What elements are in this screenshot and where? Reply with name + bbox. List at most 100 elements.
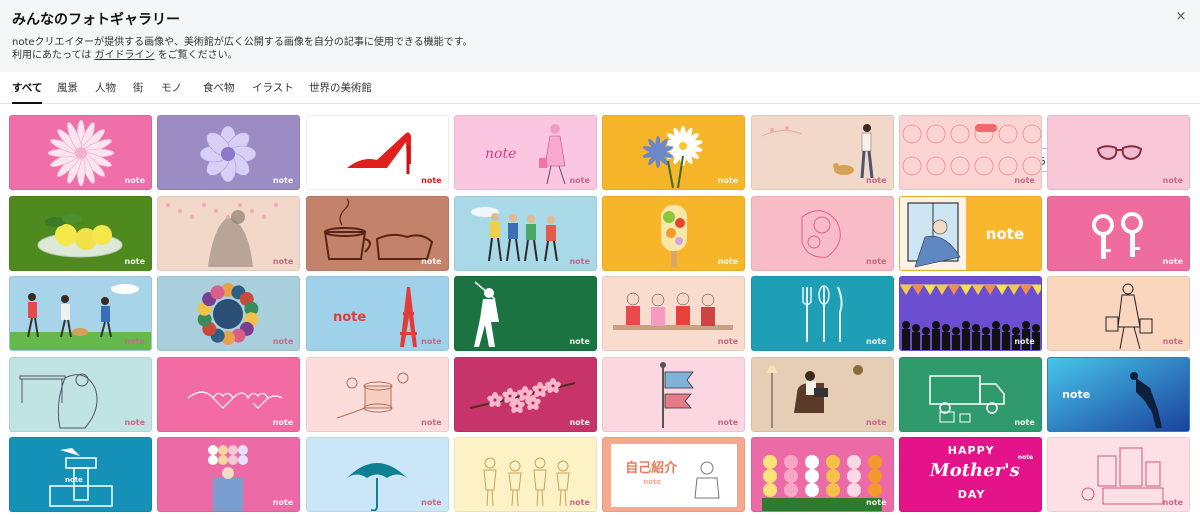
description-prefix: 利用にあたっては [12, 50, 92, 61]
close-button[interactable]: × [1172, 8, 1190, 26]
gallery-image-tokyo-tower[interactable]: note note [305, 276, 449, 352]
note-watermark: note [272, 176, 294, 185]
guideline-link[interactable]: ガイドライン [95, 50, 155, 61]
note-watermark: note [717, 417, 739, 427]
tab-illustration[interactable]: イラスト [252, 80, 294, 102]
gallery-image-sewing-flowers[interactable]: note [305, 356, 449, 432]
gallery-image-airport[interactable]: note [9, 437, 152, 513]
note-watermark: note [717, 176, 739, 185]
gallery-header: みんなのフォトギャラリー × noteクリエイターが提供する画像や、美術館が広く… [0, 0, 1200, 72]
gallery-image-red-high-heel[interactable]: note [305, 115, 449, 190]
self-introduction-title: 自己紹介 [625, 461, 678, 477]
gallery-image-seniors-bench[interactable]: note [602, 276, 746, 352]
gallery-image-purple-flower[interactable]: note [157, 115, 301, 190]
gallery-image-golfer[interactable]: note [453, 276, 597, 352]
note-watermark: note [124, 176, 145, 185]
note-watermark: note [1014, 417, 1035, 427]
tab-all[interactable]: すべて [12, 80, 43, 104]
note-watermark: note [569, 498, 590, 508]
note-watermark: note [1014, 176, 1035, 185]
photo-grid: note note note note note note note note note note… [9, 115, 1191, 513]
note-watermark: note [866, 337, 887, 347]
note-watermark: note [124, 337, 145, 347]
gallery-image-koinobori[interactable]: note [602, 356, 746, 432]
note-watermark: note [421, 337, 442, 347]
gallery-image-keys[interactable]: note [1047, 195, 1191, 271]
gallery-image-pink-doodles[interactable]: note [898, 115, 1042, 190]
svg-text:note: note [485, 146, 516, 162]
gallery-image-pink-flower[interactable]: note [9, 115, 152, 190]
note-watermark: note [272, 417, 294, 427]
description-suffix: をご覧ください。 [157, 50, 238, 61]
gallery-image-lemons-plate[interactable]: note [9, 195, 152, 271]
gallery-image-city-doodle[interactable]: note [1047, 437, 1191, 513]
gallery-image-shopping-bags-woman[interactable]: note [1047, 276, 1191, 352]
note-watermark: note [866, 417, 887, 427]
note-watermark: note [1162, 337, 1184, 347]
note-watermark: note [1162, 498, 1184, 508]
gallery-image-cutlery[interactable]: note [750, 276, 894, 352]
gallery-image-woman-shopping[interactable]: note note [453, 115, 597, 190]
tab-landscape[interactable]: 風景 [57, 80, 78, 102]
gallery-image-bouquet-woman[interactable]: note [157, 437, 301, 513]
gallery-image-delivery-truck[interactable]: note [898, 356, 1042, 432]
gallery-image-fruit-popsicle[interactable]: note [602, 195, 746, 271]
gallery-image-party-crowd[interactable]: note [898, 276, 1042, 352]
note-watermark: note [1014, 337, 1035, 347]
note-watermark: note [569, 417, 590, 427]
note-watermark: note [1017, 454, 1034, 462]
note-watermark: note [421, 176, 442, 185]
gallery-image-umbrella[interactable]: note [305, 437, 449, 513]
gallery-image-diverse-circle[interactable]: note [157, 276, 301, 352]
tab-people[interactable]: 人物 [95, 80, 116, 102]
note-watermark: note [421, 498, 442, 508]
gallery-image-cherry-branch[interactable]: note [453, 356, 597, 432]
gallery-image-woman-cherry-blossom[interactable]: note [157, 195, 301, 271]
gallery-image-daisy-bouquet[interactable]: note [602, 115, 746, 190]
greeting-happy: HAPPY [947, 444, 995, 458]
note-watermark: note [421, 256, 442, 266]
svg-text:note: note [333, 310, 366, 325]
note-watermark: note [643, 478, 662, 487]
category-tabs: すべて 風景 人物 街 モノ 食べ物 イラスト 世界の美術館 [0, 72, 1200, 172]
note-watermark: note [1162, 176, 1184, 185]
gallery-image-woman-balcony[interactable]: note [9, 356, 152, 432]
gallery-image-diver[interactable]: note [1047, 356, 1191, 432]
gallery-image-people-walking-dogs[interactable]: note [9, 276, 152, 352]
gallery-image-man-laptop[interactable]: note [750, 356, 894, 432]
gallery-image-happy-mothers-day[interactable]: HAPPY Mother's DAY note [898, 437, 1042, 513]
greeting-mothers: Mother's [929, 460, 1020, 482]
note-watermark: note [1162, 256, 1184, 266]
tab-things[interactable]: モノ [161, 80, 182, 102]
tab-food[interactable]: 食べ物 [203, 80, 235, 102]
description-line-2: 利用にあたっては ガイドライン をご覧ください。 [12, 46, 238, 61]
gallery-image-children-holding-hands[interactable]: note [453, 437, 597, 513]
tab-city[interactable]: 街 [133, 80, 144, 102]
note-watermark: note [272, 498, 294, 508]
note-watermark: note [124, 256, 145, 266]
note-watermark: note [866, 498, 887, 508]
gallery-image-flower-field[interactable]: note [750, 437, 894, 513]
note-watermark: note [569, 256, 590, 266]
gallery-image-woman-window[interactable]: note [898, 195, 1042, 271]
note-watermark: note [866, 176, 887, 185]
tab-world-museums[interactable]: 世界の美術館 [309, 80, 372, 102]
gallery-image-man-walking-dog[interactable]: note [750, 115, 894, 190]
note-watermark: note [717, 256, 739, 266]
gallery-image-cat-eye-glasses[interactable]: note [1047, 115, 1191, 190]
illustration [49, 448, 113, 508]
note-watermark: note [421, 417, 442, 427]
dialog-title: みんなのフォトギャラリー [12, 12, 180, 28]
note-watermark: note [1062, 387, 1091, 401]
note-watermark: note [569, 337, 590, 347]
gallery-image-hikers[interactable]: note [453, 195, 597, 271]
gallery-image-mother-baby[interactable]: note [750, 195, 894, 271]
gallery-image-coffee-toast[interactable]: note [305, 195, 449, 271]
note-watermark: note [569, 176, 590, 185]
gallery-image-heart-line[interactable]: note [157, 356, 301, 432]
gallery-image-self-introduction[interactable]: 自己紹介 note [602, 437, 746, 513]
note-watermark: note [985, 224, 1025, 243]
note-watermark: note [124, 417, 145, 427]
note-watermark: note [866, 256, 887, 266]
greeting-day: DAY [957, 488, 986, 502]
